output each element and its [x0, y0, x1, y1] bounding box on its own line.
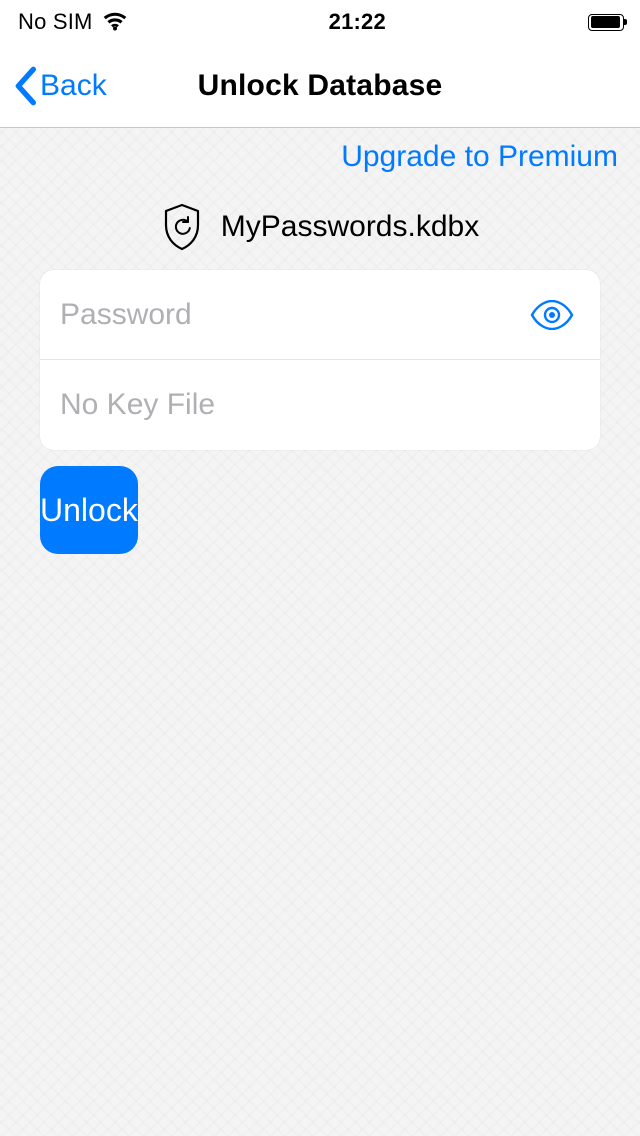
battery-icon [588, 14, 624, 31]
password-input[interactable] [60, 298, 524, 332]
database-filename: MyPasswords.kdbx [221, 210, 479, 244]
back-label: Back [40, 69, 107, 103]
nav-bar: Back Unlock Database [0, 44, 640, 128]
page-title: Unlock Database [198, 69, 443, 103]
carrier-text: No SIM [18, 9, 93, 35]
wifi-icon [103, 10, 127, 34]
credentials-card: No Key File [40, 270, 600, 450]
shield-sync-icon [161, 202, 203, 252]
keyfile-label: No Key File [60, 388, 215, 422]
password-row [40, 270, 600, 360]
upgrade-link[interactable]: Upgrade to Premium [341, 140, 618, 173]
status-bar: No SIM 21:22 [0, 0, 640, 44]
status-time: 21:22 [329, 9, 386, 35]
database-file-header: MyPasswords.kdbx [0, 202, 640, 252]
status-left: No SIM [18, 9, 127, 35]
unlock-button[interactable]: Unlock [40, 466, 138, 554]
eye-icon [530, 300, 574, 330]
toggle-password-visibility-button[interactable] [524, 294, 580, 336]
back-button[interactable]: Back [12, 66, 107, 106]
keyfile-row[interactable]: No Key File [40, 360, 600, 450]
chevron-left-icon [12, 66, 38, 106]
